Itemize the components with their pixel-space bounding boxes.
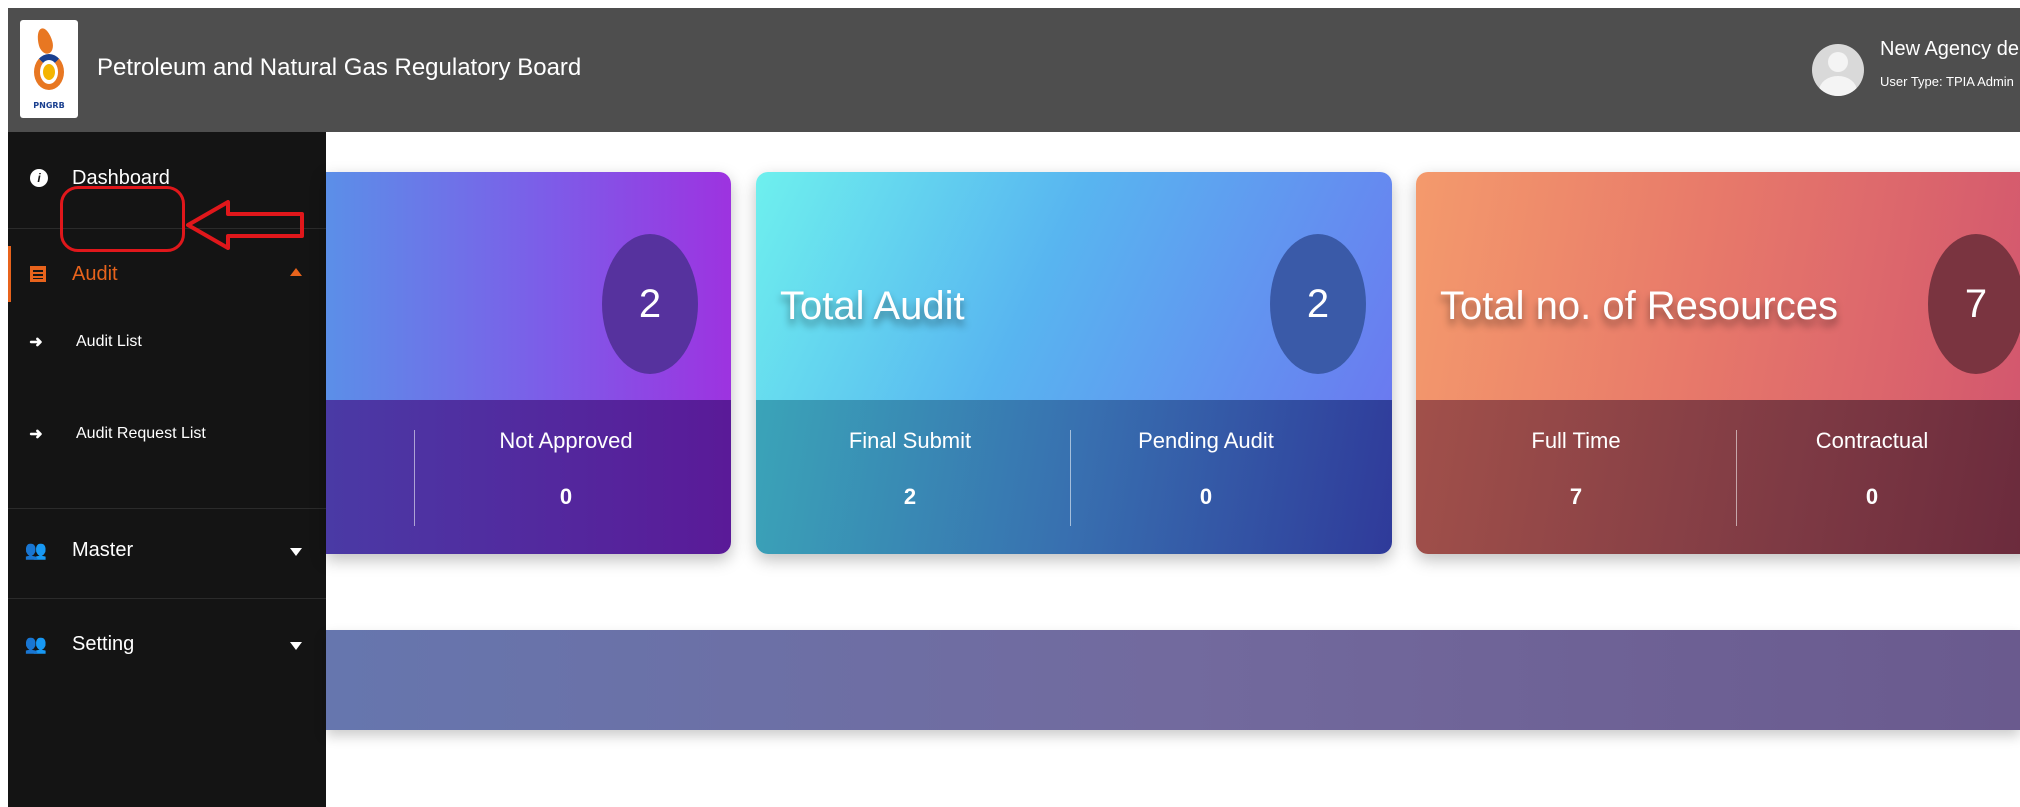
stat-label: Pending Audit [1138,428,1274,453]
logo-text: PNGRB [33,101,65,110]
list-icon [30,266,46,282]
top-header: PNGRB Petroleum and Natural Gas Regulato… [8,8,2020,132]
chevron-up-icon[interactable] [290,268,302,276]
pngrb-logo[interactable]: PNGRB [20,20,78,118]
info-icon: i [30,169,48,187]
stat-value: 0 [1199,484,1213,509]
chevron-down-icon[interactable] [290,642,302,650]
avatar-body-icon [1819,76,1857,96]
stat-card-total-audit[interactable]: Total Audit 2 Final Submit 2 Pending Aud… [756,172,1392,554]
stat-value: 7 [1569,484,1583,509]
stat-label: Full Time [1531,428,1621,453]
sidebar-item-audit[interactable]: Audit [8,256,326,292]
arrow-right-icon: ➜ [29,426,43,443]
card-title: Total Audit [780,284,965,328]
stat-label: Not Approved [499,428,633,453]
app-title: Petroleum and Natural Gas Regulatory Boa… [97,54,582,81]
stat-not-approved: Not Approved 0 [456,428,676,510]
sidebar-subitem-label: Audit List [76,333,142,350]
sidebar-item-label: Setting [72,632,135,655]
user-name[interactable]: New Agency demo [1880,38,2020,61]
stat-value: 0 [559,484,573,509]
count-badge: 7 [1928,234,2020,374]
stat-final-submit: Final Submit 2 [800,428,1020,510]
users-icon: 👥 [24,539,48,560]
sidebar-subitem-label: Audit Request List [76,425,206,442]
sidebar-item-label: Audit [72,262,118,285]
stat-card-resources[interactable]: Total no. of Resources 7 Full Time 7 Con… [1416,172,2020,554]
content-banner [326,630,2020,730]
sidebar-subitem-audit-list[interactable]: ➜ Audit List [8,326,326,358]
sidebar-item-master[interactable]: 👥 Master [8,532,326,568]
stat-value: 2 [903,484,917,509]
sidebar-subitem-audit-request-list[interactable]: ➜ Audit Request List [8,418,326,450]
avatar-head-icon [1828,52,1848,72]
stat-contractual: Contractual 0 [1762,428,1982,510]
annotation-arrow-icon [186,200,304,250]
chevron-down-icon[interactable] [290,548,302,556]
card-title: Total no. of Resources [1440,284,1838,328]
stat-label: Contractual [1815,428,1929,453]
user-avatar[interactable] [1812,32,1864,108]
stat-divider [1736,430,1737,526]
stat-pending-audit: Pending Audit 0 [1096,428,1316,510]
stat-divider [414,430,415,526]
sidebar-item-setting[interactable]: 👥 Setting [8,626,326,662]
sidebar-item-label: Master [72,538,134,561]
annotation-highlight-oval [60,186,185,252]
sidebar-divider [8,508,326,509]
arrow-right-icon: ➜ [29,334,43,351]
stat-label: Final Submit [848,428,972,453]
users-icon: 👥 [24,633,48,654]
sidebar-divider [8,598,326,599]
count-badge: 2 [602,234,698,374]
stat-value: 0 [1865,484,1879,509]
stat-divider [1070,430,1071,526]
stat-full-time: Full Time 7 [1466,428,1686,510]
count-badge: 2 [1270,234,1366,374]
user-type: User Type: TPIA Admin [1880,74,2014,89]
stat-card-approval[interactable]: 2 Not Approved 0 [326,172,731,554]
